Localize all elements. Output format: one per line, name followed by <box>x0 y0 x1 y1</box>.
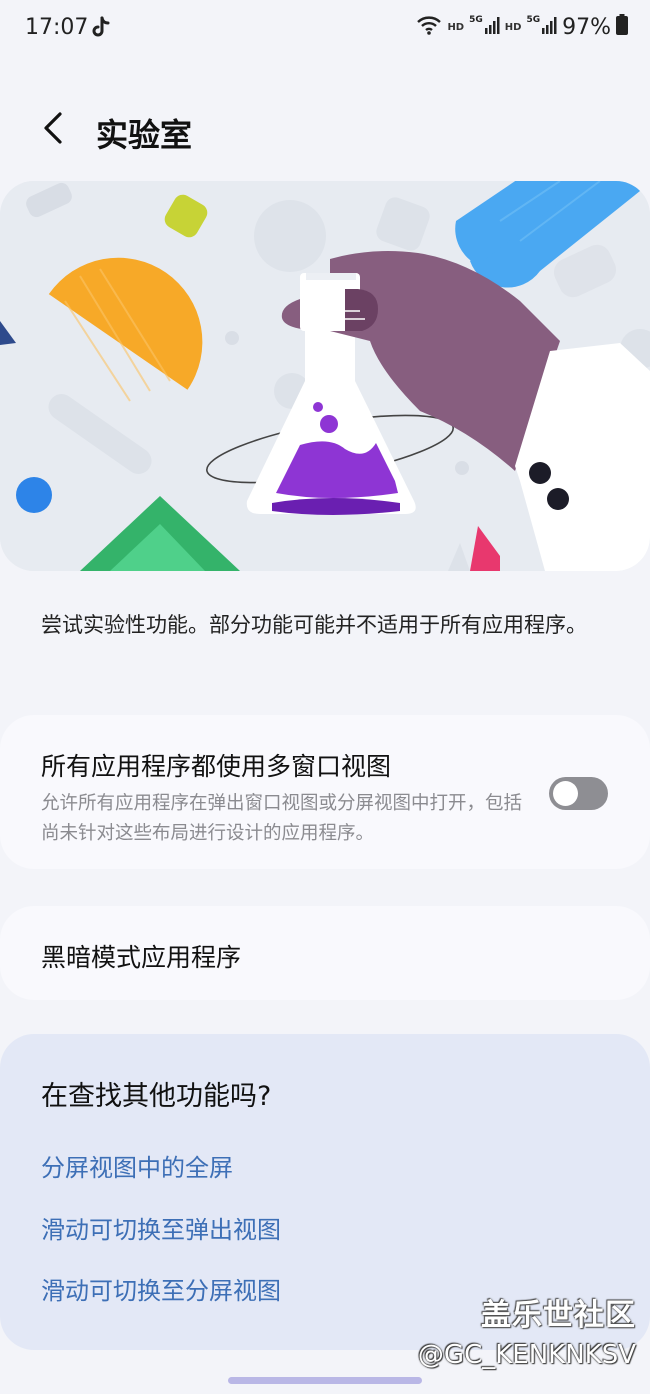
link-swipe-to-split-view[interactable]: 滑动可切换至分屏视图 <box>41 1271 281 1306</box>
status-bar: 17:07 HD 5G HD 5G 97% <box>0 0 650 58</box>
find-title: 在查找其他功能吗? <box>41 1081 272 1112</box>
watermark-community: 盖乐世社区 <box>481 1298 636 1333</box>
setting-label: 黑暗模式应用程序 <box>41 943 242 972</box>
setting-label: 所有应用程序都使用多窗口视图 <box>41 752 392 781</box>
page-title: 实验室 <box>96 116 193 154</box>
link-fullscreen-in-split-view[interactable]: 分屏视图中的全屏 <box>41 1148 233 1183</box>
battery-percent: 97% <box>562 15 611 40</box>
navigation-handle[interactable] <box>228 1377 422 1384</box>
network-type-2: 5G <box>526 14 541 25</box>
hd-label-1: HD <box>447 22 465 33</box>
signal-icon-2 <box>541 15 557 40</box>
status-time: 17:07 <box>25 15 89 40</box>
hd-label-2: HD <box>504 22 522 33</box>
lab-illustration <box>0 181 650 571</box>
back-button[interactable] <box>38 108 72 148</box>
setting-multiwindow-all-apps[interactable]: 所有应用程序都使用多窗口视图 允许所有应用程序在弹出窗口视图或分屏视图中打开，包… <box>0 715 650 869</box>
page-description: 尝试实验性功能。部分功能可能并不适用于所有应用程序。 <box>41 613 587 637</box>
toggle-knob <box>553 781 578 806</box>
status-indicators: HD 5G HD 5G 97% <box>416 14 628 41</box>
link-swipe-to-popup-view[interactable]: 滑动可切换至弹出视图 <box>41 1210 281 1245</box>
wifi-icon <box>416 15 442 41</box>
battery-icon <box>616 14 628 41</box>
back-arrow-icon <box>44 112 62 144</box>
setting-summary: 允许所有应用程序在弹出窗口视图或分屏视图中打开，包括尚未针对这些布局进行设计的应… <box>41 793 523 844</box>
setting-dark-mode-apps[interactable]: 黑暗模式应用程序 <box>0 906 650 1000</box>
signal-icon-1 <box>484 15 500 40</box>
tiktok-icon <box>92 16 110 42</box>
watermark-username: @GC_KENKNKSV <box>417 1340 636 1370</box>
multiwindow-toggle[interactable] <box>549 777 608 810</box>
header: 实验室 <box>0 90 650 170</box>
network-type-1: 5G <box>469 14 483 25</box>
